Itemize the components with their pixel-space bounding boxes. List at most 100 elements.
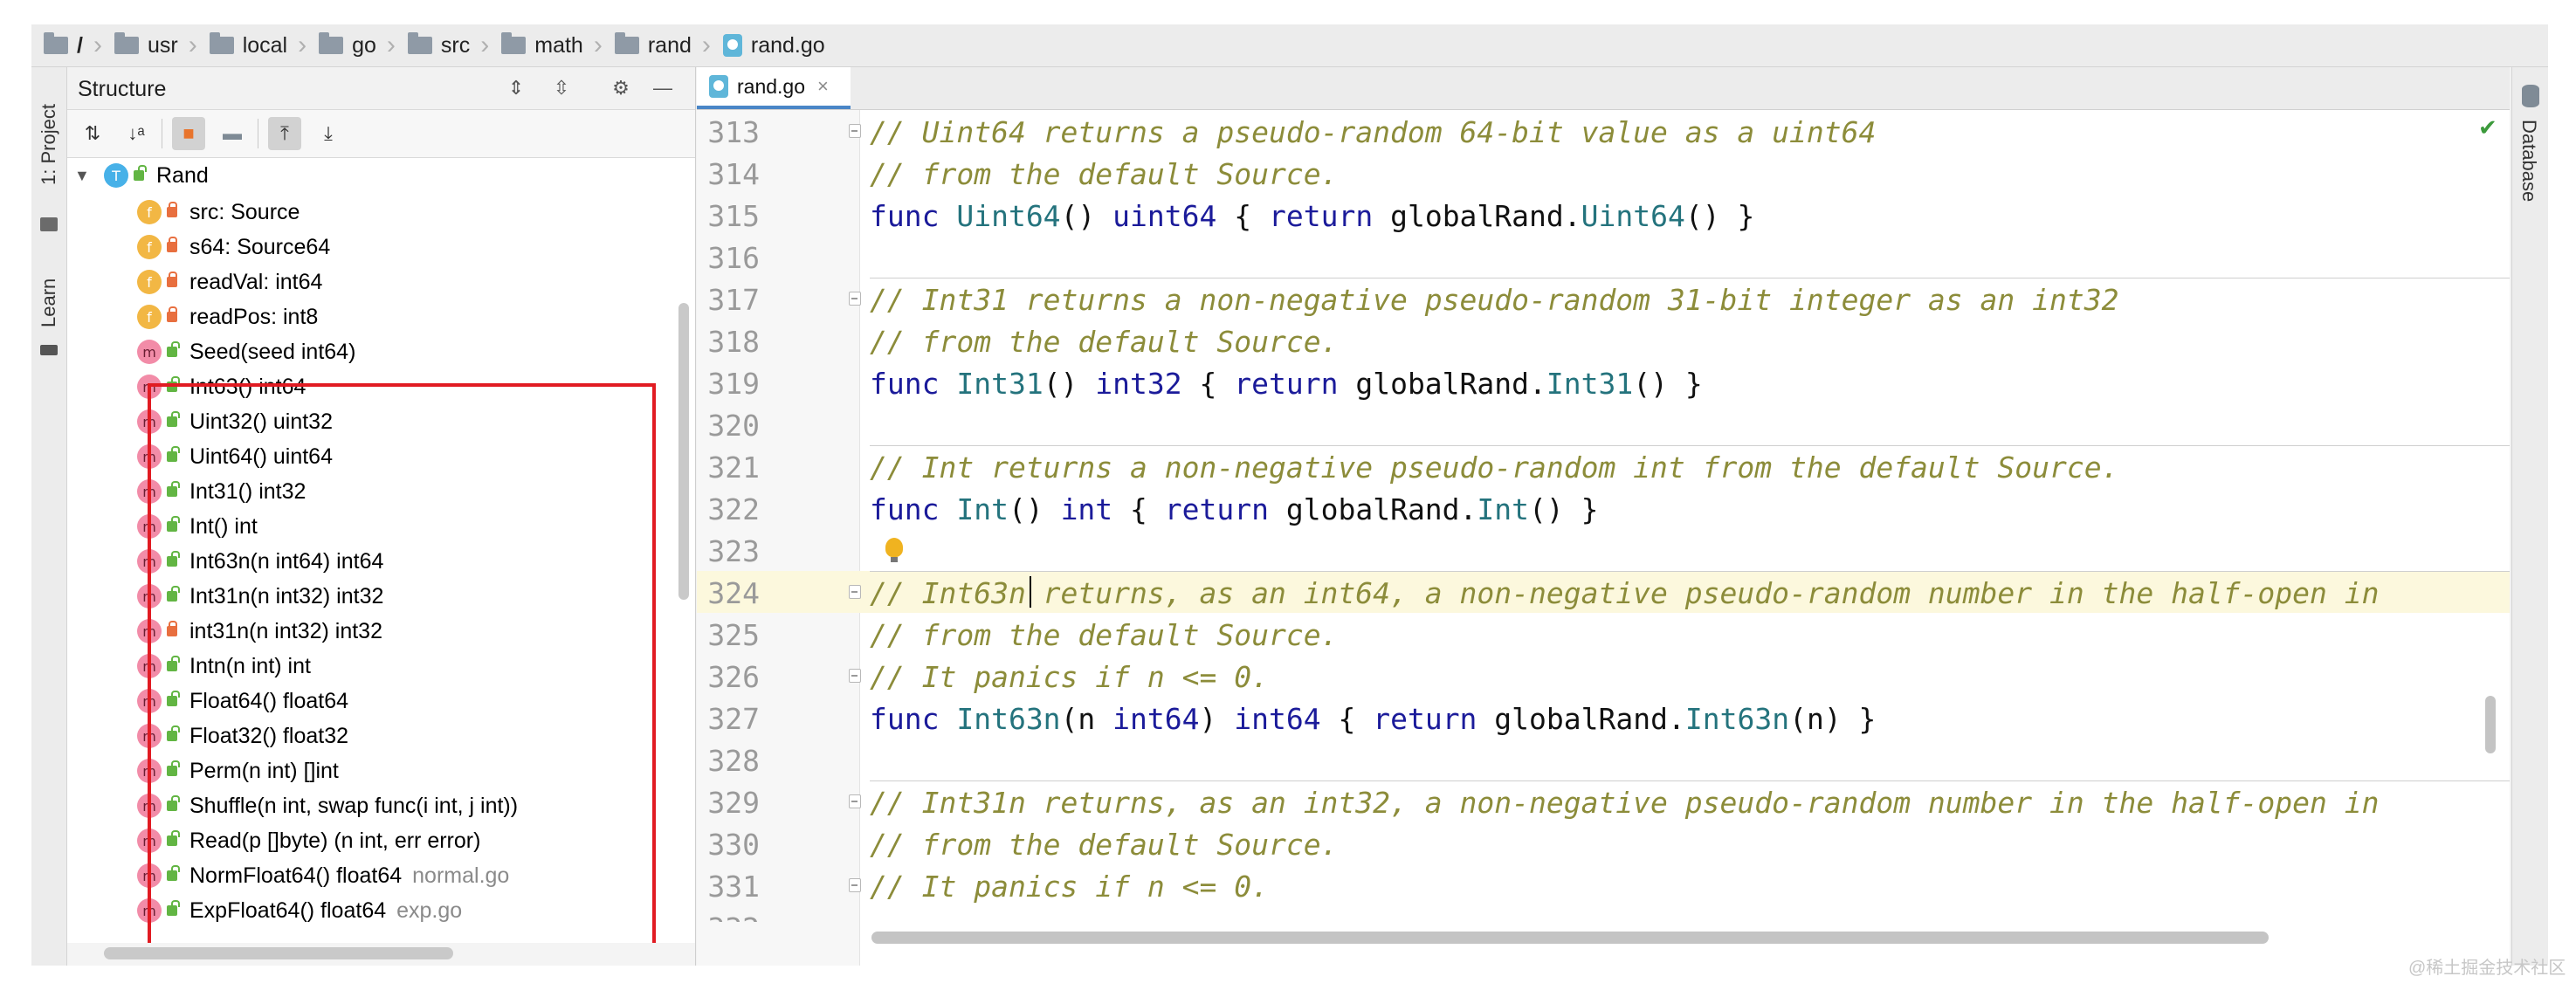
line-number: 316 xyxy=(707,241,760,275)
structure-horizontal-scrollbar[interactable] xyxy=(104,947,453,959)
tree-method-row[interactable]: m Intn(n int) int xyxy=(67,649,678,684)
code-token: // from the default Source. xyxy=(870,157,1339,191)
method-badge-icon: m xyxy=(137,794,162,818)
code-line[interactable]: 323 xyxy=(697,529,2510,571)
breadcrumb-item-rand[interactable]: rand › xyxy=(603,24,711,66)
code-line[interactable]: 324 // Int63n returns, as an int64, a non… xyxy=(697,571,2510,613)
line-number: 324 xyxy=(707,576,760,610)
fold-marker-icon[interactable] xyxy=(849,124,861,138)
tree-field-row[interactable]: f readPos: int8 xyxy=(67,299,678,334)
code-line[interactable]: 326 // It panics if n <= 0. xyxy=(697,655,2510,697)
code-line[interactable]: 317 // Int31 returns a non-negative pseud… xyxy=(697,278,2510,320)
editor-vertical-scrollbar[interactable] xyxy=(2485,696,2496,753)
private-access-icon xyxy=(167,272,177,287)
breadcrumb-item-math[interactable]: math › xyxy=(489,24,603,66)
code-token: // from the default Source. xyxy=(870,618,1339,652)
tool-tab-project[interactable]: 1: Project xyxy=(35,79,63,210)
inspection-ok-icon: ✔ xyxy=(2478,114,2497,141)
tree-method-row[interactable]: m Uint64() uint64 xyxy=(67,439,678,474)
autoscroll-to-source-icon[interactable]: ⤒ xyxy=(268,117,301,150)
tree-field-row[interactable]: f s64: Source64 xyxy=(67,230,678,265)
breadcrumb-item-usr[interactable]: usr › xyxy=(102,24,197,66)
breadcrumb: / › usr › local › go › src › math › rand… xyxy=(31,24,2548,67)
code-line[interactable]: 321 // Int returns a non-negative pseudo-… xyxy=(697,445,2510,487)
tree-method-row[interactable]: m NormFloat64() float64 normal.go xyxy=(67,858,678,893)
field-badge-icon: f xyxy=(137,235,162,259)
code-line[interactable]: 331 // It panics if n <= 0. xyxy=(697,864,2510,906)
tool-tab-learn[interactable]: Learn xyxy=(35,268,63,338)
code-line[interactable]: 330 // from the default Source. xyxy=(697,822,2510,864)
fold-marker-icon[interactable] xyxy=(849,585,861,599)
code-line[interactable]: 327 func Int63n(n int64) int64 { return g… xyxy=(697,697,2510,739)
tool-tab-project-label: 1: Project xyxy=(38,104,59,186)
code-line[interactable]: 329 // Int31n returns, as an int32, a non… xyxy=(697,780,2510,822)
sort-alphabetically-icon[interactable]: ↓ᵃ xyxy=(120,117,153,150)
editor-tab-bar: rand.go × xyxy=(697,67,2510,110)
breadcrumb-item-file[interactable]: rand.go xyxy=(711,24,825,66)
tree-method-row[interactable]: m Seed(seed int64) xyxy=(67,334,678,369)
tree-method-row[interactable]: m Uint32() uint32 xyxy=(67,404,678,439)
code-area[interactable]: 313 // Uint64 returns a pseudo-random 64-… xyxy=(697,110,2510,922)
structure-vertical-scrollbar[interactable] xyxy=(678,303,689,600)
show-non-public-icon[interactable]: ■ xyxy=(172,117,205,150)
tree-method-label: Int() int xyxy=(189,513,258,539)
fold-marker-icon[interactable] xyxy=(849,878,861,892)
fold-marker-icon[interactable] xyxy=(849,292,861,306)
show-fields-icon[interactable]: ▬ xyxy=(216,117,249,150)
expand-all-icon[interactable]: ⇕ xyxy=(504,76,528,100)
code-line[interactable]: 313 // Uint64 returns a pseudo-random 64-… xyxy=(697,110,2510,152)
code-line[interactable]: 320 xyxy=(697,403,2510,445)
code-line[interactable]: 328 xyxy=(697,739,2510,780)
tree-method-row[interactable]: m ExpFloat64() float64 exp.go xyxy=(67,893,678,926)
tree-method-row[interactable]: m Int() int xyxy=(67,509,678,544)
code-line[interactable]: 319 func Int31() int32 { return globalRan… xyxy=(697,361,2510,403)
breadcrumb-root[interactable]: / › xyxy=(31,24,102,66)
tree-node-rand[interactable]: ▼ T Rand xyxy=(67,158,678,193)
breadcrumb-item-go[interactable]: go › xyxy=(307,24,396,66)
sort-by-visibility-icon[interactable]: ⇅ xyxy=(76,117,109,150)
minimize-icon[interactable]: — xyxy=(651,76,675,100)
field-badge-icon: f xyxy=(137,270,162,294)
editor-horizontal-scrollbar[interactable] xyxy=(871,932,2269,944)
breadcrumb-item-local[interactable]: local › xyxy=(197,24,307,66)
fold-marker-icon[interactable] xyxy=(849,794,861,808)
tree-method-row[interactable]: m Int63n(n int64) int64 xyxy=(67,544,678,579)
tab-rand-go[interactable]: rand.go × xyxy=(697,67,851,109)
method-badge-icon: m xyxy=(137,409,162,434)
code-token: int64 xyxy=(1112,702,1200,736)
code-token: func xyxy=(870,702,957,736)
breadcrumb-item-src[interactable]: src › xyxy=(396,24,489,66)
tree-method-row[interactable]: m Float32() float32 xyxy=(67,719,678,753)
method-badge-icon: m xyxy=(137,654,162,678)
code-line[interactable]: 322 func Int() int { return globalRand.In… xyxy=(697,487,2510,529)
tree-method-row[interactable]: m Perm(n int) []int xyxy=(67,753,678,788)
code-line[interactable]: 316 xyxy=(697,236,2510,278)
tree-method-row[interactable]: m Float64() float64 xyxy=(67,684,678,719)
expand-arrow-icon[interactable]: ▼ xyxy=(74,167,90,185)
tree-method-row[interactable]: m Shuffle(n int, swap func(i int, j int)… xyxy=(67,788,678,823)
code-line[interactable]: 314 // from the default Source. xyxy=(697,152,2510,194)
fold-marker-icon[interactable] xyxy=(849,669,861,683)
code-line[interactable]: 325 // from the default Source. xyxy=(697,613,2510,655)
tree-field-row[interactable]: f src: Source xyxy=(67,195,678,230)
code-line[interactable]: 315 func Uint64() uint64 { return globalR… xyxy=(697,194,2510,236)
collapse-all-icon[interactable]: ⇳ xyxy=(549,76,574,100)
line-number: 323 xyxy=(707,534,760,568)
gear-icon[interactable]: ⚙ xyxy=(609,76,633,100)
code-line[interactable]: 318 // from the default Source. xyxy=(697,320,2510,361)
code-line[interactable]: 332 xyxy=(697,906,2510,922)
close-icon[interactable]: × xyxy=(817,75,829,98)
tree-method-row[interactable]: m Int31() int32 xyxy=(67,474,678,509)
tree-method-row[interactable]: m Int63() int64 xyxy=(67,369,678,404)
method-badge-icon: m xyxy=(137,514,162,539)
code-text: func Int63n(n int64) int64 { return glob… xyxy=(870,702,1876,736)
tree-method-row[interactable]: m int31n(n int32) int32 xyxy=(67,614,678,649)
tree-method-row[interactable]: m Read(p []byte) (n int, err error) xyxy=(67,823,678,858)
code-text: func Uint64() uint64 { return globalRand… xyxy=(870,199,1754,233)
method-separator xyxy=(870,780,2510,781)
tree-field-row[interactable]: f readVal: int64 xyxy=(67,265,678,299)
tool-tab-database[interactable]: Database xyxy=(2517,120,2540,202)
lightbulb-icon[interactable] xyxy=(885,538,903,562)
tree-method-row[interactable]: m Int31n(n int32) int32 xyxy=(67,579,678,614)
autoscroll-from-source-icon[interactable]: ⤓ xyxy=(312,117,345,150)
